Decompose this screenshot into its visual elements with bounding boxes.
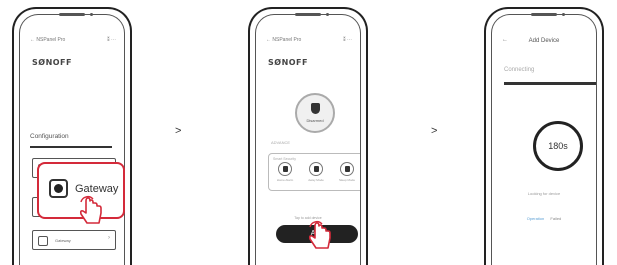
tap-hand-icon xyxy=(308,221,331,249)
brand-logo: SØNOFF xyxy=(32,58,72,67)
home-alarm-icon xyxy=(278,162,292,176)
status-text: Looking for device xyxy=(527,191,561,196)
screen-1: ← NSPanel Pro ⁑ ⋯ SØNOFF Configuration D… xyxy=(19,14,125,265)
modes-title: Smart Security xyxy=(273,157,296,161)
page-title: Add Device xyxy=(528,38,560,44)
progress-bar xyxy=(504,82,596,85)
back-button[interactable]: ← NSPanel Pro xyxy=(30,37,65,43)
menu-item-label: Gateway xyxy=(55,238,71,243)
back-button[interactable]: ← NSPanel Pro xyxy=(266,37,301,43)
mode-label: Home Alarm xyxy=(276,178,294,182)
gateway-icon xyxy=(38,236,48,246)
mode-sleep[interactable]: Sleep Mode xyxy=(337,162,357,182)
tap-hand-icon xyxy=(79,196,102,224)
phone-frame-3: ← Add Device Connecting 180s Looking for… xyxy=(484,7,604,265)
step-arrow: > xyxy=(175,125,182,137)
failed-link[interactable]: Failed xyxy=(550,216,561,221)
menu-item-gateway[interactable]: Gateway › xyxy=(32,230,116,250)
configuration-heading: Configuration xyxy=(30,133,69,140)
mode-home-alarm[interactable]: Home Alarm xyxy=(275,162,295,182)
chevron-right-icon: › xyxy=(108,235,110,241)
status-label: Disarmed xyxy=(306,118,324,123)
security-modes-panel: Smart Security Home Alarm Away Mode Slee… xyxy=(268,153,360,191)
countdown-timer: 180s xyxy=(533,121,583,171)
sleep-mode-icon xyxy=(340,162,354,176)
operation-link[interactable]: Operation xyxy=(527,216,545,221)
gateway-icon xyxy=(49,179,68,198)
away-mode-icon xyxy=(309,162,323,176)
more-menu-icon[interactable]: ⁑ ⋯ xyxy=(107,37,116,43)
top-bar: ← NSPanel Pro ⁑ ⋯ xyxy=(266,37,352,43)
mode-label: Sleep Mode xyxy=(338,178,355,182)
phone-frame-1: ← NSPanel Pro ⁑ ⋯ SØNOFF Configuration D… xyxy=(12,7,132,265)
top-bar: ← NSPanel Pro ⁑ ⋯ xyxy=(30,37,116,43)
configuration-underline xyxy=(30,146,112,148)
step-arrow: > xyxy=(431,125,438,137)
more-menu-icon[interactable]: ⁑ ⋯ xyxy=(343,37,352,43)
security-status-button[interactable]: Disarmed xyxy=(295,93,335,133)
mode-away[interactable]: Away Mode xyxy=(306,162,326,182)
screen-3: ← Add Device Connecting 180s Looking for… xyxy=(491,14,597,265)
mode-label: Away Mode xyxy=(308,178,324,182)
action-links: Operation Failed xyxy=(492,216,596,221)
shield-icon xyxy=(311,103,320,114)
brand-logo: SØNOFF xyxy=(268,58,308,67)
section-label: ADVANCE xyxy=(271,140,291,145)
connecting-label: Connecting xyxy=(504,67,535,73)
